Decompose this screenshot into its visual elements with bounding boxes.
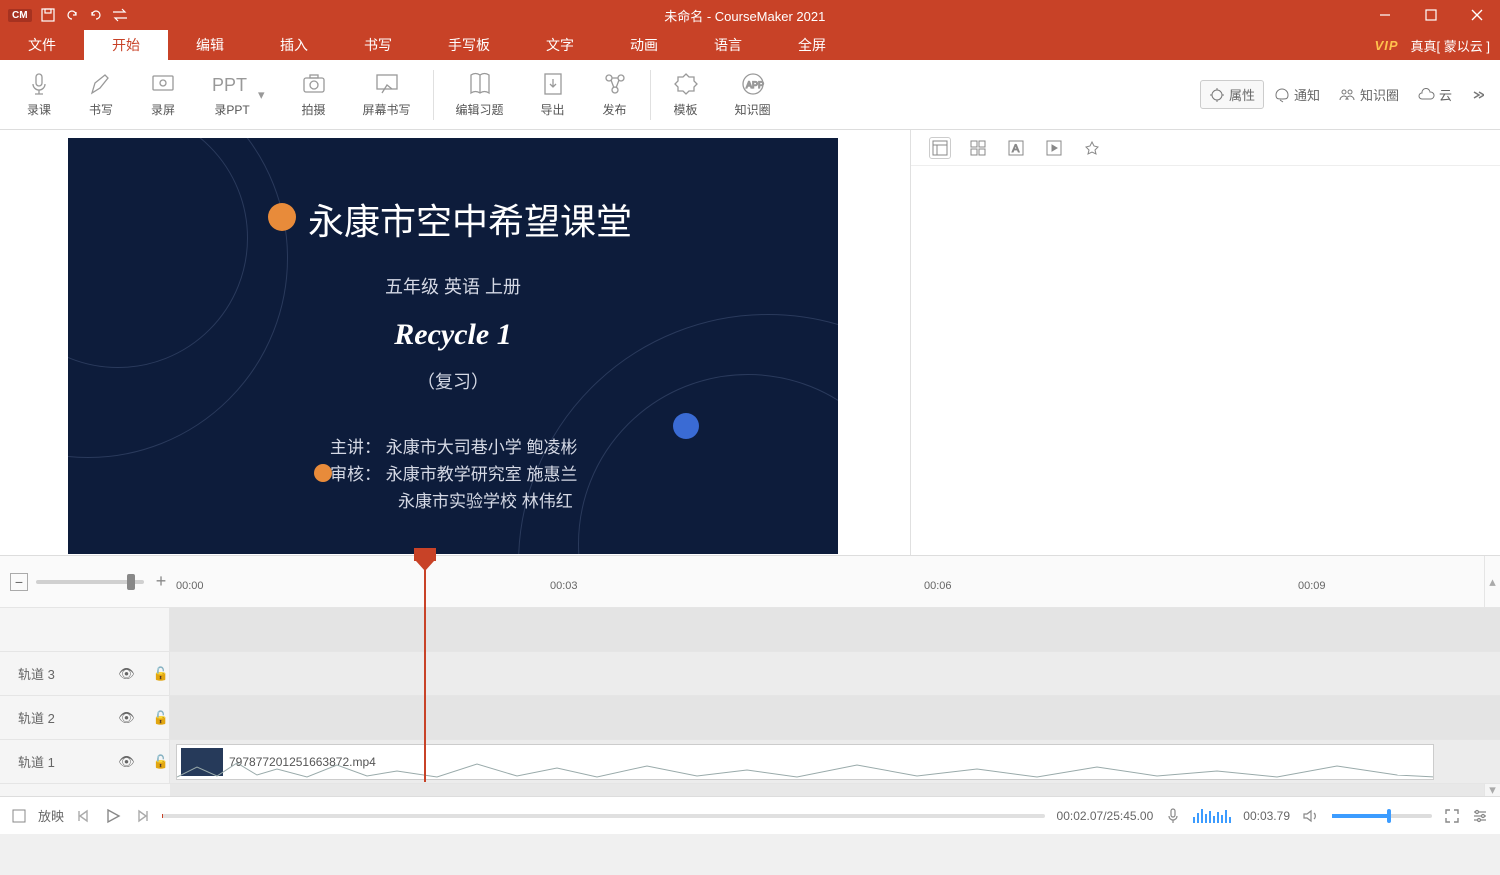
panel-props[interactable]: 属性 bbox=[1200, 80, 1264, 109]
progress-bar[interactable] bbox=[162, 814, 1045, 818]
fullscreen-icon[interactable] bbox=[1444, 808, 1460, 824]
track-1: 轨道 1👁🔓 797877201251663872.mp4 bbox=[0, 740, 1500, 784]
menu-tablet[interactable]: 手写板 bbox=[420, 30, 518, 60]
track-3: 轨道 3👁🔓 bbox=[0, 652, 1500, 696]
sidetab-star-icon[interactable] bbox=[1081, 137, 1103, 159]
menu-edit[interactable]: 编辑 bbox=[168, 30, 252, 60]
slide-main: Recycle 1 bbox=[68, 318, 838, 352]
settings-icon[interactable] bbox=[1472, 808, 1488, 824]
video-clip[interactable]: 797877201251663872.mp4 bbox=[176, 744, 1434, 780]
menu-file[interactable]: 文件 bbox=[0, 30, 84, 60]
dropdown-icon[interactable]: ▾ bbox=[258, 87, 265, 103]
eye-icon[interactable]: 👁 bbox=[118, 666, 135, 682]
panel-cloud[interactable]: 云 bbox=[1409, 81, 1460, 108]
ribbon-record[interactable]: 录课 bbox=[8, 65, 70, 125]
panel-more-icon[interactable] bbox=[1462, 84, 1492, 106]
time-ruler[interactable]: 00:00 00:03 00:06 00:09 bbox=[170, 556, 1484, 608]
vip-badge[interactable]: VIP bbox=[1375, 38, 1399, 53]
zoom-slider[interactable] bbox=[36, 580, 144, 584]
track-3-body[interactable] bbox=[170, 652, 1500, 695]
menu-fullscreen[interactable]: 全屏 bbox=[770, 30, 854, 60]
menu-insert[interactable]: 插入 bbox=[252, 30, 336, 60]
maximize-button[interactable] bbox=[1408, 0, 1454, 30]
timeline-scroll-down-icon[interactable]: ▾ bbox=[1484, 784, 1500, 796]
slide-presenter: 主讲： 永康市大司巷小学 鲍凌彬 bbox=[330, 433, 838, 458]
timeline-hscroll[interactable] bbox=[170, 784, 1484, 796]
swap-icon[interactable] bbox=[112, 7, 128, 23]
slide-title: 永康市空中希望课堂 bbox=[308, 193, 632, 245]
sidetab-play-icon[interactable] bbox=[1043, 137, 1065, 159]
minimize-button[interactable] bbox=[1362, 0, 1408, 30]
stop-button[interactable] bbox=[12, 809, 26, 823]
titlebar: CM 未命名 - CourseMaker 2021 bbox=[0, 0, 1500, 30]
window-title: 未命名 - CourseMaker 2021 bbox=[128, 6, 1362, 25]
next-button[interactable] bbox=[134, 808, 150, 824]
ribbon-shoot[interactable]: 拍摄 bbox=[283, 65, 345, 125]
slide-note: （复习） bbox=[68, 368, 838, 394]
zoom-out-button[interactable]: − bbox=[10, 573, 28, 591]
play-label: 放映 bbox=[38, 806, 64, 825]
track-2-body[interactable] bbox=[170, 696, 1500, 739]
menu-anim[interactable]: 动画 bbox=[602, 30, 686, 60]
panel-notify[interactable]: 通知 bbox=[1266, 81, 1328, 108]
save-icon[interactable] bbox=[40, 7, 56, 23]
zoom-in-button[interactable]: + bbox=[152, 573, 170, 591]
volume-slider[interactable] bbox=[1332, 814, 1432, 818]
svg-text:APP: APP bbox=[746, 80, 764, 90]
sidetab-text-icon[interactable]: A bbox=[1005, 137, 1027, 159]
sidetab-layout-icon[interactable] bbox=[929, 137, 951, 159]
prev-button[interactable] bbox=[76, 808, 92, 824]
menu-text[interactable]: 文字 bbox=[518, 30, 602, 60]
ribbon-ppt[interactable]: PPT录PPT▾ bbox=[194, 65, 283, 125]
slide-reviewer1: 审核： 永康市教学研究室 施惠兰 bbox=[330, 460, 838, 485]
eye-icon[interactable]: 👁 bbox=[118, 710, 135, 726]
rec-time: 00:03.79 bbox=[1243, 809, 1290, 823]
svg-text:A: A bbox=[1012, 143, 1020, 155]
slide-reviewer2: 永康市实验学校 林伟红 bbox=[398, 487, 838, 512]
track-2: 轨道 2👁🔓 bbox=[0, 696, 1500, 740]
close-button[interactable] bbox=[1454, 0, 1500, 30]
ribbon-publish[interactable]: 发布 bbox=[584, 65, 646, 125]
preview-area: 永康市空中希望课堂 五年级 英语 上册 Recycle 1 （复习） 主讲： 永… bbox=[0, 130, 910, 555]
lock-icon[interactable]: 🔓 bbox=[153, 710, 169, 726]
slide-preview[interactable]: 永康市空中希望课堂 五年级 英语 上册 Recycle 1 （复习） 主讲： 永… bbox=[68, 138, 838, 554]
menubar: 文件 开始 编辑 插入 书写 手写板 文字 动画 语言 全屏 VIP 真真[ 蒙… bbox=[0, 30, 1500, 60]
sidetab-grid-icon[interactable] bbox=[967, 137, 989, 159]
lock-icon[interactable]: 🔓 bbox=[153, 666, 169, 682]
ribbon-exercise[interactable]: 编辑习题 bbox=[438, 65, 522, 125]
waveform-icon bbox=[177, 757, 1434, 779]
ribbon-write[interactable]: 书写 bbox=[70, 65, 132, 125]
app-logo: CM bbox=[8, 9, 32, 22]
volume-icon[interactable] bbox=[1302, 808, 1320, 824]
ribbon-template[interactable]: 模板 bbox=[655, 65, 717, 125]
track-1-body[interactable]: 797877201251663872.mp4 bbox=[170, 740, 1500, 783]
eye-icon[interactable]: 👁 bbox=[118, 754, 135, 770]
menu-lang[interactable]: 语言 bbox=[686, 30, 770, 60]
account-label[interactable]: 真真[ 蒙以云 ] bbox=[1411, 36, 1490, 55]
playhead[interactable] bbox=[424, 556, 426, 782]
side-panel: A bbox=[910, 130, 1500, 555]
mic-icon[interactable] bbox=[1165, 807, 1181, 825]
time-display: 00:02.07/25:45.00 bbox=[1057, 809, 1154, 823]
play-button[interactable] bbox=[104, 807, 122, 825]
lock-icon[interactable]: 🔓 bbox=[153, 754, 169, 770]
playbar: 放映 00:02.07/25:45.00 00:03.79 bbox=[0, 796, 1500, 834]
undo-icon[interactable] bbox=[64, 7, 80, 23]
ribbon-screen[interactable]: 录屏 bbox=[132, 65, 194, 125]
ribbon-circle[interactable]: APP知识圈 bbox=[717, 65, 789, 125]
ribbon-screenwrite[interactable]: 屏幕书写 bbox=[345, 65, 429, 125]
svg-text:PPT: PPT bbox=[212, 75, 247, 95]
ribbon: 录课 书写 录屏 PPT录PPT▾ 拍摄 屏幕书写 编辑习题 导出 发布 模板 … bbox=[0, 60, 1500, 130]
menu-start[interactable]: 开始 bbox=[84, 30, 168, 60]
redo-icon[interactable] bbox=[88, 7, 104, 23]
timeline: − + 00:00 00:03 00:06 00:09 ▴ 轨道 3👁🔓 轨道 … bbox=[0, 555, 1500, 796]
ribbon-export[interactable]: 导出 bbox=[522, 65, 584, 125]
slide-subtitle: 五年级 英语 上册 bbox=[68, 273, 838, 299]
track-spacer bbox=[0, 608, 1500, 652]
menu-write[interactable]: 书写 bbox=[336, 30, 420, 60]
timeline-scroll-up-icon[interactable]: ▴ bbox=[1484, 556, 1500, 608]
panel-circle[interactable]: 知识圈 bbox=[1330, 81, 1407, 108]
mic-level-icon bbox=[1193, 809, 1231, 823]
